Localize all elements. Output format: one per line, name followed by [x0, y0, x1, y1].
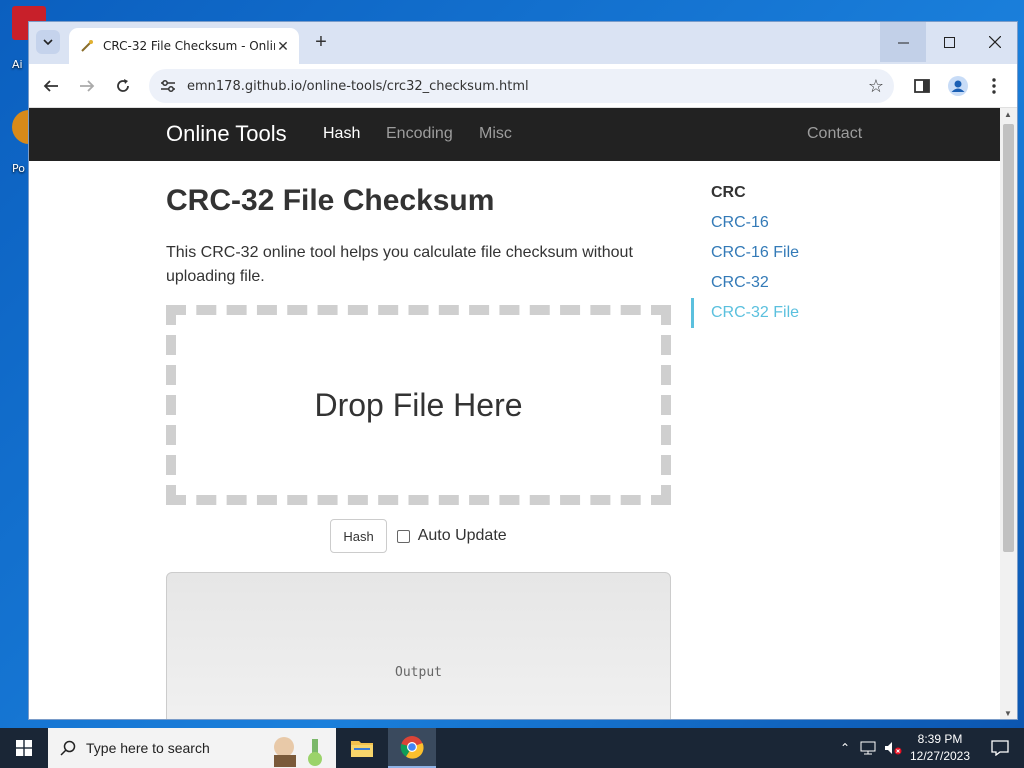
desktop-icon-label: Ai: [12, 58, 23, 71]
minimize-icon: [897, 42, 909, 43]
side-nav-header[interactable]: CRC: [691, 178, 891, 208]
maximize-button[interactable]: [926, 22, 972, 62]
folder-icon: [351, 741, 373, 757]
nav-contact[interactable]: Contact: [807, 125, 862, 143]
page-description: This CRC-32 online tool helps you calcul…: [166, 244, 633, 285]
tray-overflow-icon[interactable]: ⌃: [840, 741, 850, 755]
scroll-down-icon[interactable]: ▼: [1004, 709, 1012, 718]
taskbar-search[interactable]: Type here to search: [48, 728, 336, 768]
site-settings-icon[interactable]: [159, 77, 177, 95]
clock-date: 12/27/2023: [909, 749, 971, 763]
page-scrollbar[interactable]: ▲ ▼: [1000, 108, 1017, 719]
search-placeholder: Type here to search: [86, 740, 210, 756]
clock-time: 8:39 PM: [917, 732, 963, 746]
back-button[interactable]: [39, 74, 63, 98]
nav-encoding[interactable]: Encoding: [386, 125, 453, 143]
auto-update-label[interactable]: Auto Update: [418, 527, 507, 545]
page-viewport: Online Tools Hash Encoding Misc Contact …: [29, 108, 1017, 719]
maximize-icon: [943, 36, 955, 48]
taskbar: Type here to search ⌃ 8:39 PM 12/27/2023: [0, 728, 1024, 768]
hash-button[interactable]: Hash: [330, 519, 387, 553]
auto-update-checkbox[interactable]: [396, 529, 410, 543]
nav-hash[interactable]: Hash: [323, 125, 360, 143]
new-tab-button[interactable]: +: [309, 31, 333, 55]
forward-arrow-icon: [80, 80, 95, 92]
output-textarea[interactable]: Output: [166, 572, 671, 719]
minimize-button[interactable]: [880, 22, 926, 62]
side-nav-crc32-file[interactable]: CRC-32 File: [691, 298, 891, 328]
notifications-button[interactable]: [976, 728, 1024, 768]
volume-muted-icon[interactable]: [884, 741, 902, 755]
side-nav-crc16[interactable]: CRC-16: [691, 208, 891, 238]
tab-close-icon[interactable]: ✕: [275, 38, 291, 54]
side-nav-crc16-file[interactable]: CRC-16 File: [691, 238, 891, 268]
reload-button[interactable]: [111, 74, 135, 98]
browser-window: CRC-32 File Checksum - Online ✕ + emn178…: [28, 21, 1018, 720]
search-icon: [60, 740, 76, 756]
close-window-button[interactable]: [972, 22, 1017, 62]
system-tray: ⌃: [840, 728, 902, 768]
bookmark-star-icon[interactable]: ☆: [868, 76, 884, 97]
taskbar-chrome[interactable]: [388, 728, 436, 768]
chevron-down-icon: [43, 39, 53, 45]
side-nav: CRC CRC-16 CRC-16 File CRC-32 CRC-32 Fil…: [691, 178, 891, 328]
forward-button[interactable]: [75, 74, 99, 98]
url-text: emn178.github.io/online-tools/crc32_chec…: [187, 78, 529, 94]
dropzone-label: Drop File Here: [314, 386, 523, 423]
browser-toolbar: emn178.github.io/online-tools/crc32_chec…: [29, 64, 1017, 108]
chrome-icon: [400, 736, 424, 759]
start-button[interactable]: [0, 728, 48, 768]
windows-logo-icon: [16, 740, 32, 756]
tab-strip: CRC-32 File Checksum - Online ✕ +: [29, 22, 1017, 64]
menu-button[interactable]: [982, 74, 1006, 98]
side-nav-crc32[interactable]: CRC-32: [691, 268, 891, 298]
network-icon[interactable]: [860, 741, 876, 755]
back-arrow-icon: [43, 80, 58, 92]
taskbar-file-explorer[interactable]: [338, 728, 386, 768]
tab-search-button[interactable]: [36, 30, 60, 54]
taskbar-clock[interactable]: 8:39 PM 12/27/2023: [905, 731, 975, 765]
tab-title: CRC-32 File Checksum - Online: [103, 39, 275, 53]
action-row: Hash Auto Update: [166, 519, 671, 553]
nav-misc[interactable]: Misc: [479, 125, 512, 143]
reload-icon: [117, 79, 129, 92]
profile-button[interactable]: [946, 74, 970, 98]
output-placeholder: Output: [395, 664, 442, 680]
browser-tab[interactable]: CRC-32 File Checksum - Online ✕: [69, 28, 299, 64]
avatar-icon: [948, 76, 968, 96]
side-panel-icon: [914, 79, 930, 93]
side-panel-button[interactable]: [910, 74, 934, 98]
notification-icon: [991, 740, 1009, 756]
site-brand[interactable]: Online Tools: [166, 121, 287, 147]
more-vertical-icon: [992, 78, 996, 94]
scrollbar-thumb[interactable]: [1003, 124, 1014, 552]
desktop-icon-label: Po: [12, 162, 25, 175]
site-navbar: Online Tools Hash Encoding Misc Contact: [29, 108, 1000, 161]
address-bar[interactable]: emn178.github.io/online-tools/crc32_chec…: [149, 69, 894, 103]
close-icon: [989, 36, 1001, 48]
scroll-up-icon[interactable]: ▲: [1004, 110, 1012, 119]
search-highlight-icon: [274, 737, 322, 767]
wand-icon: [79, 38, 95, 54]
page-title: CRC-32 File Checksum: [166, 184, 495, 217]
file-dropzone[interactable]: Drop File Here: [166, 305, 671, 505]
